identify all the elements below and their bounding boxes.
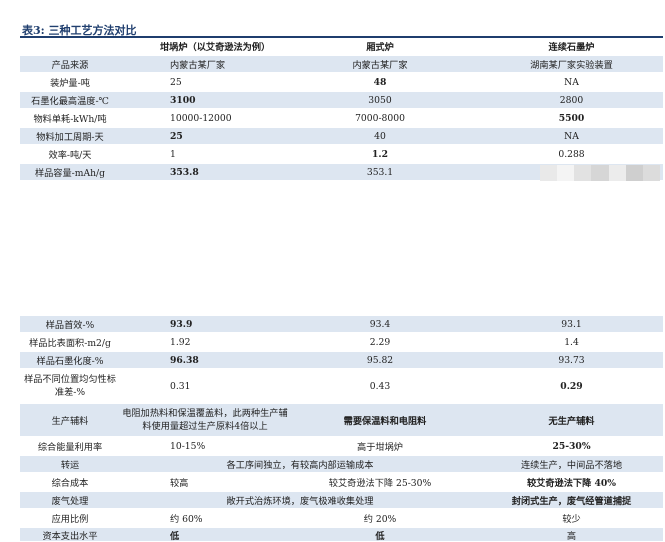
redacted-value	[540, 165, 660, 181]
cell: 25	[170, 76, 182, 88]
header-cell: 连续石墨炉	[548, 42, 595, 53]
cell: 封闭式生产，废气经管道捕捉	[511, 496, 632, 507]
cell: 96.38	[170, 354, 199, 366]
table-row: 物料单耗-kWh/吨 10000-12000 7000-8000 5500	[20, 110, 663, 126]
cell: 2800	[559, 94, 584, 106]
cell: 25-30%	[552, 440, 591, 452]
row-label: 样品首效-%	[45, 320, 95, 331]
cell: 各工序间独立，有较高内部运输成本	[226, 460, 374, 471]
cell: 1.4	[564, 336, 579, 348]
cell: 2.29	[369, 336, 391, 348]
cell: 93.9	[170, 318, 193, 330]
table-row: 应用比例 约 60% 约 20% 较少	[20, 510, 663, 526]
table-row: 物料加工周期-天 25 40 NA	[20, 128, 663, 144]
table-row: 转运 各工序间独立，有较高内部运输成本 连续生产，中间品不落地	[20, 456, 663, 472]
cell: 25	[170, 130, 183, 142]
cell: 较高	[170, 478, 189, 489]
table-row: 石墨化最高温度-℃ 3100 3050 2800	[20, 92, 663, 108]
cell: 高	[566, 530, 577, 542]
cell: 1	[170, 148, 176, 160]
cell: 湖南某厂家实验装置	[530, 60, 613, 71]
cell: 需要保温料和电阻料	[343, 416, 427, 427]
cell: 5500	[558, 112, 585, 124]
row-label: 样品石墨化度-%	[36, 356, 104, 367]
row-label: 转运	[60, 460, 80, 471]
cell: 约 60%	[170, 514, 203, 525]
cell: 3100	[170, 94, 196, 106]
table-row: 废气处理 敞开式治炼环境，废气极难收集处理 封闭式生产，废气经管道捕捉	[20, 492, 663, 508]
cell: 7000-8000	[355, 112, 405, 124]
cell: 连续生产，中间品不落地	[520, 460, 623, 471]
cell: 无生产辅料	[548, 416, 595, 427]
cell: 内蒙古某厂家	[170, 60, 226, 71]
row-label: 废气处理	[51, 496, 89, 507]
cell: 3050	[368, 94, 392, 106]
row-label: 样品不同位置均匀性标准差-%	[24, 374, 116, 398]
cell: 0.29	[560, 380, 583, 392]
cell: 1.92	[170, 336, 191, 348]
row-label: 综合成本	[51, 478, 89, 489]
table-row: 样品不同位置均匀性标准差-% 0.31 0.43 0.29	[20, 370, 663, 402]
cell: 内蒙古某厂家	[352, 60, 408, 71]
table-row: 资本支出水平 低 低 高	[20, 528, 663, 542]
cell: 敞开式治炼环境，废气极难收集处理	[226, 496, 374, 507]
row-label: 石墨化最高温度-℃	[31, 96, 109, 107]
cell: 较艾奇逊法下降 25-30%	[328, 478, 432, 489]
cell: 较艾奇逊法下降 40%	[526, 478, 617, 489]
cell: 低	[375, 530, 385, 542]
cell: 40	[374, 130, 386, 142]
cell: 0.288	[558, 148, 585, 160]
cell: 1.2	[372, 148, 388, 160]
table-row: 生产辅料 电阻加热料和保温覆盖料，此两种生产辅料使用量超过生产原料4倍以上 需要…	[20, 404, 663, 436]
cell: 0.43	[369, 380, 391, 392]
row-label: 样品比表面积-m2/g	[29, 338, 111, 349]
header-cell: 坩埚炉（以艾奇逊法为例）	[160, 42, 271, 53]
row-label: 物料单耗-kWh/吨	[33, 114, 107, 125]
row-label: 装炉量-吨	[50, 78, 90, 89]
header-cell: 厢式炉	[366, 42, 394, 53]
cell: 10-15%	[170, 440, 206, 452]
table-row: 效率-吨/天 1 1.2 0.288	[20, 146, 663, 162]
cell: 10000-12000	[170, 112, 232, 124]
cell: NA	[564, 76, 579, 88]
row-label: 物料加工周期-天	[36, 132, 104, 143]
cell: NA	[564, 130, 579, 142]
row-label: 生产辅料	[51, 416, 89, 427]
cell: 较少	[562, 514, 581, 525]
cell: 353.1	[366, 166, 394, 178]
row-label: 综合能量利用率	[37, 442, 103, 453]
row-label: 资本支出水平	[42, 530, 98, 542]
cell: 48	[373, 76, 387, 88]
cell: 0.31	[170, 380, 191, 392]
table-header: 坩埚炉（以艾奇逊法为例） 厢式炉 连续石墨炉	[20, 38, 663, 54]
cell: 353.8	[170, 166, 199, 178]
table-row: 产品来源 内蒙古某厂家 内蒙古某厂家 湖南某厂家实验装置	[20, 56, 663, 72]
row-label: 应用比例	[51, 514, 89, 525]
table-row: 样品首效-% 93.9 93.4 93.1	[20, 316, 663, 332]
table-row: 装炉量-吨 25 48 NA	[20, 74, 663, 90]
cell: 93.4	[369, 318, 391, 330]
table-row: 样品比表面积-m2/g 1.92 2.29 1.4	[20, 334, 663, 350]
cell: 95.82	[366, 354, 394, 366]
row-label: 样品容量-mAh/g	[34, 168, 106, 179]
cell: 约 20%	[363, 514, 397, 525]
cell: 低	[170, 530, 180, 542]
cell: 93.73	[558, 354, 585, 366]
table-row: 综合能量利用率 10-15% 高于坩埚炉 25-30%	[20, 438, 663, 454]
row-label: 产品来源	[51, 60, 89, 71]
cell: 电阻加热料和保温覆盖料，此两种生产辅料使用量超过生产原料4倍以上	[122, 408, 288, 432]
table-row: 综合成本 较高 较艾奇逊法下降 25-30% 较艾奇逊法下降 40%	[20, 474, 663, 490]
cell: 高于坩埚炉	[357, 442, 403, 453]
table-row: 样品石墨化度-% 96.38 95.82 93.73	[20, 352, 663, 368]
row-label: 效率-吨/天	[48, 150, 92, 161]
cell: 93.1	[561, 318, 582, 330]
